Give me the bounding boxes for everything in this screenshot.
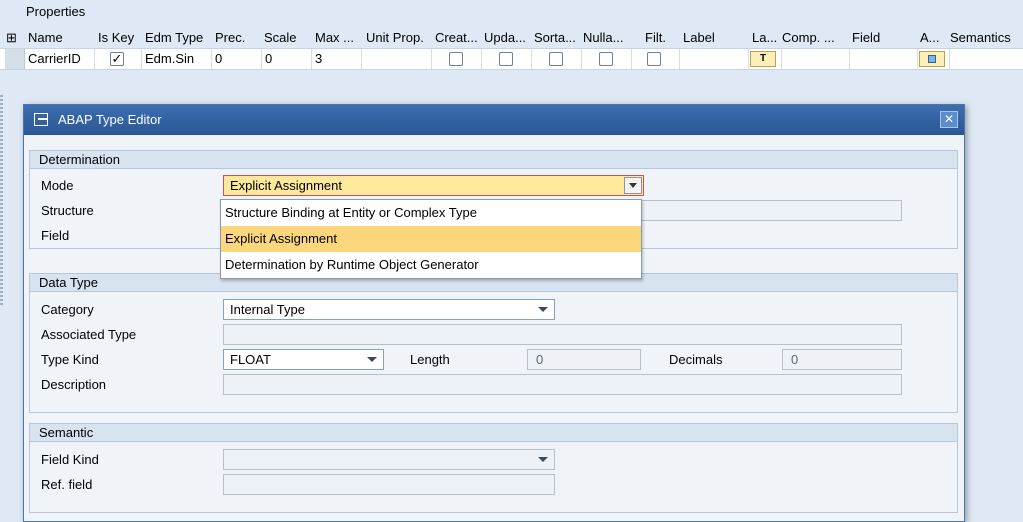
category-label: Category [41,302,94,317]
structure-field[interactable] [640,200,902,221]
properties-title: Properties [26,4,86,19]
creatable-checkbox[interactable] [449,52,463,66]
cell-field[interactable] [850,49,918,69]
cell-unit-prop[interactable] [362,49,432,69]
mode-label: Mode [41,178,74,193]
mode-dropdown-list: Structure Binding at Entity or Complex T… [220,199,642,279]
is-key-checkbox[interactable]: ✓ [110,52,124,66]
chevron-down-icon [538,457,548,462]
col-header-sortable[interactable]: Sorta... [534,30,582,45]
col-header-max[interactable]: Max ... [315,30,363,45]
col-header-comp[interactable]: Comp. ... [782,30,848,45]
grid-settings-icon[interactable]: ⊞ [6,30,17,46]
col-header-filt[interactable]: Filt. [645,30,681,45]
cell-is-key[interactable]: ✓ [95,49,142,69]
col-header-la[interactable]: La... [752,30,782,45]
col-header-prec[interactable]: Prec. [215,30,259,45]
cell-creatable[interactable] [432,49,482,69]
determination-header: Determination [30,151,957,169]
col-header-is-key[interactable]: Is Key [98,30,142,45]
col-header-updatable[interactable]: Upda... [484,30,532,45]
cell-la[interactable]: T [749,49,782,69]
table-row[interactable]: CarrierID ✓ Edm.Sin 0 0 3 T [0,48,1023,70]
cell-max[interactable]: 3 [312,49,362,69]
description-field[interactable] [223,374,902,395]
length-field[interactable]: 0 [527,349,641,370]
semantic-group: Semantic Field Kind Ref. field [29,423,958,513]
length-label: Length [410,352,450,367]
data-type-group: Data Type Category Internal Type Associa… [29,273,958,413]
cell-semantics[interactable] [950,49,1023,69]
decimals-field[interactable]: 0 [782,349,902,370]
col-header-semantics[interactable]: Semantics [950,30,1022,45]
ref-field-label: Ref. field [41,477,93,492]
updatable-checkbox[interactable] [499,52,513,66]
dialog-title: ABAP Type Editor [58,112,162,127]
chevron-down-icon[interactable] [624,177,642,194]
decimals-label: Decimals [669,352,723,367]
filterable-checkbox[interactable] [647,52,661,66]
structure-label: Structure [41,203,94,218]
abap-type-button[interactable] [919,51,945,67]
square-icon [928,55,936,63]
associated-type-label: Associated Type [41,327,137,342]
cell-updatable[interactable] [482,49,532,69]
cell-edm-type[interactable]: Edm.Sin [142,49,212,69]
type-kind-label: Type Kind [41,352,99,367]
field-kind-label: Field Kind [41,452,99,467]
cell-comp[interactable] [782,49,850,69]
mode-value: Explicit Assignment [230,178,342,193]
category-select[interactable]: Internal Type [223,299,555,320]
label-text-button[interactable]: T [750,51,776,67]
cell-nullable[interactable] [582,49,632,69]
col-header-edm-type[interactable]: Edm Type [145,30,215,45]
col-header-field[interactable]: Field [852,30,918,45]
cell-a[interactable] [918,49,950,69]
properties-grid-header: ⊞ Name Is Key Edm Type Prec. Scale Max .… [0,28,1023,48]
dialog-titlebar[interactable]: ABAP Type Editor ✕ [24,105,964,135]
chevron-down-icon [367,357,377,362]
cell-name[interactable]: CarrierID [25,49,95,69]
cell-filt[interactable] [632,49,680,69]
associated-type-field[interactable] [223,324,902,345]
splitter-handle[interactable] [0,95,3,305]
col-header-label[interactable]: Label [683,30,743,45]
sortable-checkbox[interactable] [549,52,563,66]
option-structure-binding[interactable]: Structure Binding at Entity or Complex T… [221,200,641,226]
category-value: Internal Type [230,302,305,317]
type-kind-value: FLOAT [230,352,271,367]
mode-select[interactable]: Explicit Assignment [223,175,644,196]
col-header-scale[interactable]: Scale [264,30,308,45]
cell-scale[interactable]: 0 [262,49,312,69]
col-header-unit-prop[interactable]: Unit Prop. [366,30,432,45]
field-kind-select[interactable] [223,449,555,470]
type-kind-select[interactable]: FLOAT [223,349,384,370]
cell-label[interactable] [680,49,749,69]
nullable-checkbox[interactable] [599,52,613,66]
semantic-header: Semantic [30,424,957,442]
col-header-name[interactable]: Name [28,30,94,45]
field-label: Field [41,228,70,243]
row-selector[interactable] [5,49,25,69]
close-button[interactable]: ✕ [940,111,958,128]
col-header-a[interactable]: A... [920,30,946,45]
cell-sortable[interactable] [532,49,582,69]
abap-type-editor-dialog: ABAP Type Editor ✕ Determination Mode Ex… [23,104,965,522]
col-header-creatable[interactable]: Creat... [435,30,483,45]
option-explicit-assignment[interactable]: Explicit Assignment [221,226,641,252]
option-runtime-object-generator[interactable]: Determination by Runtime Object Generato… [221,252,641,278]
chevron-down-icon [538,307,548,312]
ref-field-field[interactable] [223,474,555,495]
editor-window-icon [34,113,48,126]
col-header-nullable[interactable]: Nulla... [583,30,631,45]
cell-prec[interactable]: 0 [212,49,262,69]
description-label: Description [41,377,107,392]
